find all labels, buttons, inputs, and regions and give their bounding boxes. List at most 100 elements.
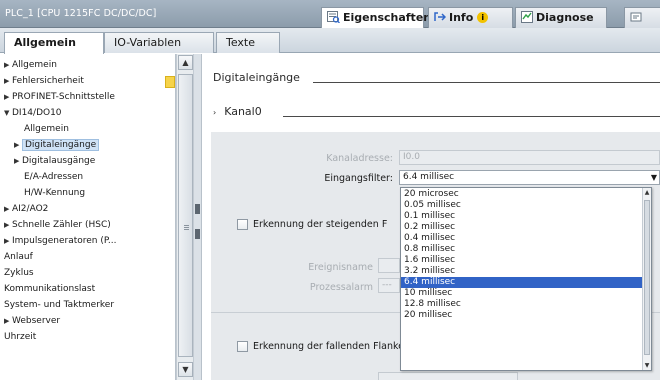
- tab-diagnose[interactable]: Diagnose: [515, 7, 607, 28]
- falling-edge-event-field: [378, 372, 518, 380]
- collapse-arrow-icon[interactable]: ▼: [4, 105, 12, 121]
- nav-item-di14-do10[interactable]: ▼ DI14/DO10: [4, 105, 62, 121]
- scroll-down-button[interactable]: ▼: [178, 362, 193, 377]
- channel-header[interactable]: › Kanal0: [213, 105, 262, 118]
- nav-item-ai2-ao2[interactable]: ▶ AI2/AO2: [4, 201, 48, 217]
- subtab-allgemein[interactable]: Allgemein: [4, 32, 104, 54]
- nav-item-allgemein[interactable]: ▶ Allgemein: [4, 57, 57, 73]
- tab-info-label: Info: [449, 11, 474, 24]
- tab-overflow[interactable]: [624, 7, 660, 28]
- tab-diagnose-label: Diagnose: [536, 11, 594, 24]
- nav-item-system-taktmerker[interactable]: System- und Taktmerker: [4, 297, 114, 313]
- nav-item-profinet[interactable]: ▶ PROFINET-Schnittstelle: [4, 89, 115, 105]
- splitter-handle-icon: [195, 229, 200, 239]
- nav-item-label: H/W-Kennung: [24, 188, 86, 198]
- filter-option-selected[interactable]: 6.4 millisec: [401, 277, 643, 288]
- scroll-down-icon[interactable]: ▼: [643, 361, 651, 370]
- filter-option[interactable]: 0.2 millisec: [401, 222, 643, 233]
- input-filter-label: Eingangsfilter:: [324, 173, 393, 184]
- filter-option[interactable]: 20 microsec: [401, 189, 643, 200]
- filter-option[interactable]: 0.1 millisec: [401, 211, 643, 222]
- rising-edge-label: Erkennung der steigenden F: [253, 219, 388, 230]
- chevron-down-icon[interactable]: ▼: [651, 171, 657, 184]
- nav-item-label: PROFINET-Schnittstelle: [12, 92, 115, 102]
- nav-item-label: Digitalausgänge: [22, 156, 96, 166]
- nav-item-ea-adressen[interactable]: E/A-Adressen: [24, 169, 83, 185]
- expand-arrow-icon[interactable]: ▶: [4, 313, 12, 329]
- dropdown-scrollbar[interactable]: ▲ ▼: [642, 188, 651, 370]
- nav-item-label: Webserver: [12, 316, 61, 326]
- channel-address-label: Kanaladresse:: [326, 153, 393, 164]
- tab-eigenschaften-label: Eigenschaften: [343, 11, 432, 24]
- nav-item-di-allgemein[interactable]: Allgemein: [24, 121, 69, 137]
- nav-item-label: Schnelle Zähler (HSC): [12, 220, 111, 230]
- nav-item-label: Fehlersicherheit: [12, 76, 84, 86]
- expand-arrow-icon[interactable]: ▶: [4, 201, 12, 217]
- channel-divider: [283, 116, 660, 117]
- nav-item-label: Impulsgeneratoren (P...: [12, 236, 117, 246]
- process-alarm-field: ---: [378, 278, 400, 293]
- nav-item-kommunikationslast[interactable]: Kommunikationslast: [4, 281, 95, 297]
- nav-item-digitalausgaenge[interactable]: ▶ Digitalausgänge: [14, 153, 95, 169]
- expand-arrow-icon[interactable]: ▶: [4, 233, 12, 249]
- nav-item-webserver[interactable]: ▶ Webserver: [4, 313, 60, 329]
- subtab-io-variablen[interactable]: IO-Variablen: [104, 32, 214, 53]
- channel-address-field: I0.0: [399, 150, 660, 165]
- scroll-up-icon[interactable]: ▲: [643, 188, 651, 197]
- window-title: PLC_1 [CPU 1215FC DC/DC/DC]: [5, 8, 157, 19]
- filter-option[interactable]: 3.2 millisec: [401, 266, 643, 277]
- expand-arrow-icon[interactable]: ▶: [4, 217, 12, 233]
- nav-item-label: Anlauf: [4, 252, 33, 262]
- grip-icon: [184, 225, 189, 226]
- rising-edge-checkbox[interactable]: [237, 219, 248, 230]
- expand-arrow-icon[interactable]: ▶: [4, 57, 12, 73]
- expand-arrow-icon[interactable]: ▶: [14, 137, 22, 153]
- nav-item-label: Kommunikationslast: [4, 284, 96, 294]
- nav-item-fehlersicherheit[interactable]: ▶ Fehlersicherheit: [4, 73, 84, 89]
- pane-splitter[interactable]: [194, 54, 202, 380]
- filter-option[interactable]: 0.8 millisec: [401, 244, 643, 255]
- input-filter-select[interactable]: 6.4 millisec ▼: [399, 170, 660, 185]
- scroll-thumb[interactable]: [178, 74, 193, 357]
- scroll-up-button[interactable]: ▲: [178, 55, 193, 70]
- diagnostics-icon: [521, 11, 533, 26]
- process-alarm-label: Prozessalarm: [309, 282, 373, 293]
- subtab-texte[interactable]: Texte: [216, 32, 280, 53]
- info-icon: [434, 11, 447, 26]
- nav-item-label: Uhrzeit: [4, 332, 37, 342]
- nav-item-digitaleingaenge[interactable]: ▶ Digitaleingänge: [14, 137, 100, 153]
- property-navigation-tree: ▶ Allgemein ▶ Fehlersicherheit ▶ PROFINET-S…: [0, 54, 176, 380]
- nav-item-label: Zyklus: [4, 268, 34, 278]
- filter-option[interactable]: 10 millisec: [401, 288, 643, 299]
- filter-option[interactable]: 20 millisec: [401, 310, 643, 321]
- nav-item-hw-kennung[interactable]: H/W-Kennung: [24, 185, 85, 201]
- expand-arrow-icon[interactable]: ▶: [14, 153, 22, 169]
- nav-item-hsc[interactable]: ▶ Schnelle Zähler (HSC): [4, 217, 111, 233]
- dropdown-scroll-thumb[interactable]: [644, 200, 650, 355]
- filter-option[interactable]: 1.6 millisec: [401, 255, 643, 266]
- filter-option[interactable]: 0.4 millisec: [401, 233, 643, 244]
- input-filter-dropdown-list[interactable]: 20 microsec 0.05 millisec 0.1 millisec 0…: [400, 187, 652, 371]
- nav-item-zyklus[interactable]: Zyklus: [4, 265, 34, 281]
- section-title: Digitaleingänge: [213, 71, 300, 84]
- input-filter-value: 6.4 millisec: [403, 172, 455, 182]
- event-name-field: [378, 258, 400, 273]
- nav-item-impulsgeneratoren[interactable]: ▶ Impulsgeneratoren (P...: [4, 233, 117, 249]
- expand-arrow-icon[interactable]: ▶: [4, 89, 12, 105]
- nav-item-label: Allgemein: [24, 124, 69, 134]
- falling-edge-checkbox[interactable]: [237, 341, 248, 352]
- nav-item-anlauf[interactable]: Anlauf: [4, 249, 33, 265]
- expand-arrow-icon[interactable]: ▶: [4, 73, 12, 89]
- tab-eigenschaften[interactable]: Eigenschaften: [321, 7, 431, 29]
- nav-scrollbar[interactable]: ▲ ▼: [176, 54, 194, 380]
- filter-option[interactable]: 12.8 millisec: [401, 299, 643, 310]
- nav-item-uhrzeit[interactable]: Uhrzeit: [4, 329, 36, 345]
- chevron-right-icon: ›: [213, 108, 217, 117]
- nav-item-label: Digitaleingänge: [22, 139, 100, 151]
- properties-icon: [327, 11, 340, 26]
- section-divider: [313, 82, 660, 83]
- tab-info[interactable]: Info i: [428, 7, 513, 28]
- info-warning-badge: i: [477, 12, 489, 23]
- overflow-icon: [630, 11, 642, 26]
- filter-option[interactable]: 0.05 millisec: [401, 200, 643, 211]
